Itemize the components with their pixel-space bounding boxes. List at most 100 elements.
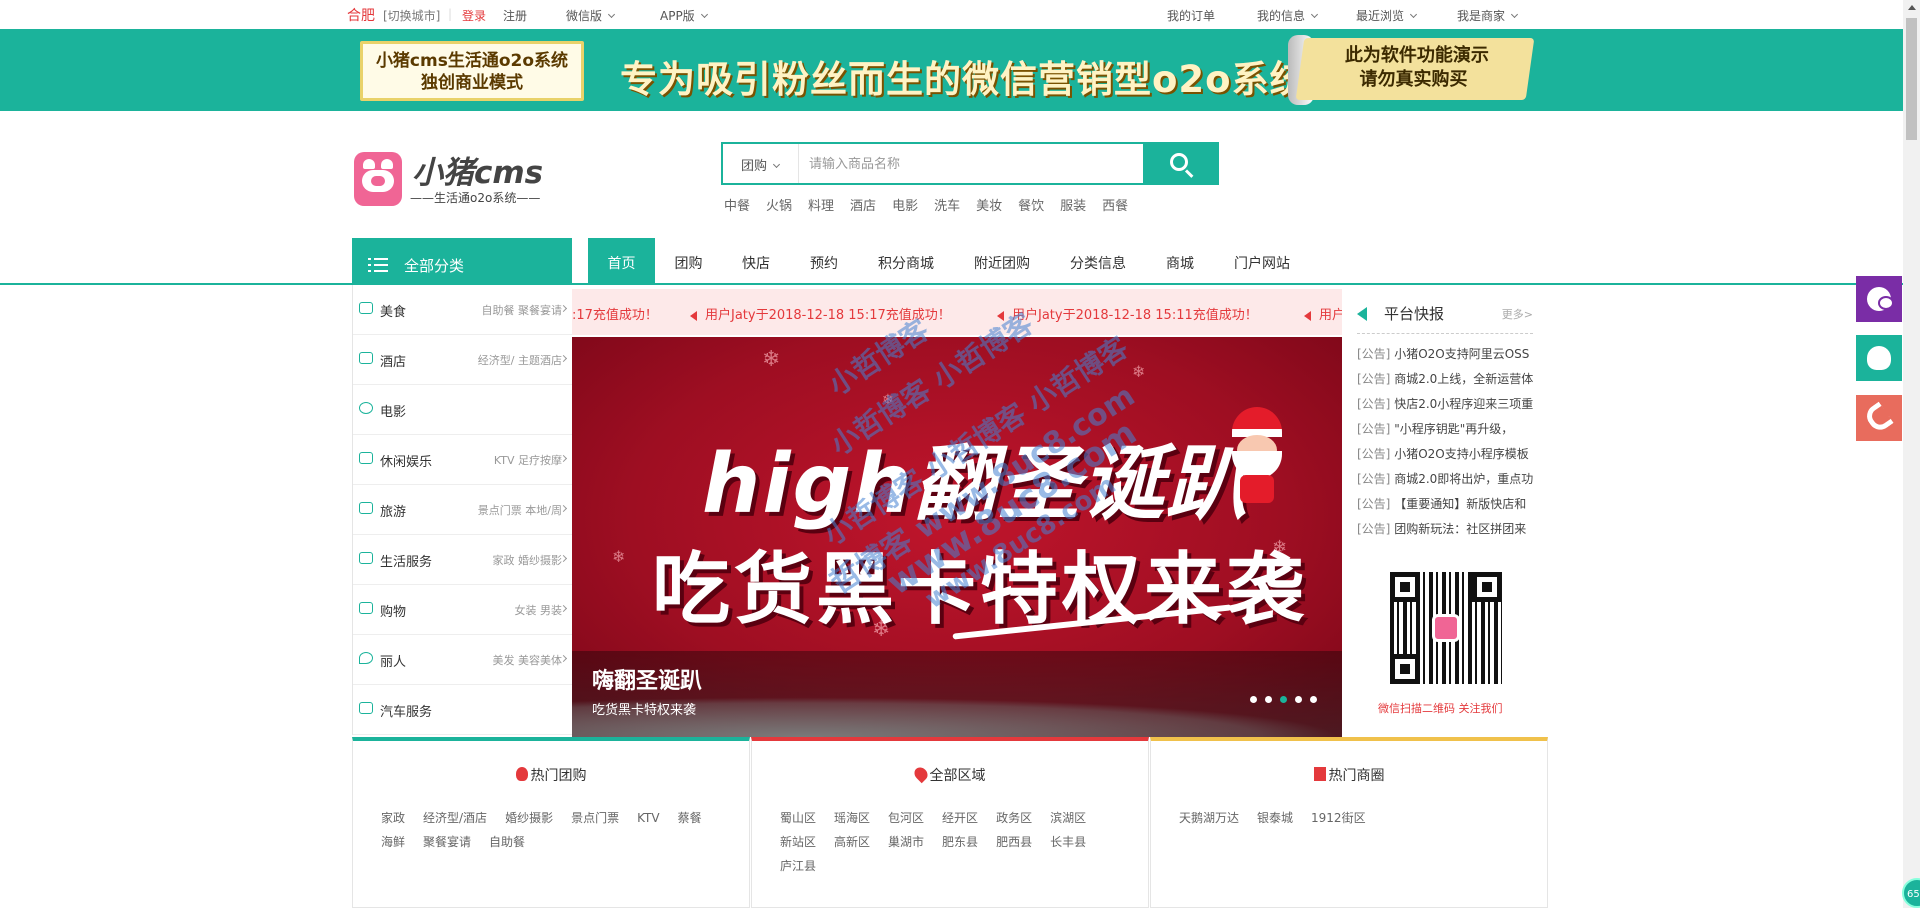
nav-tab-groupbuy[interactable]: 团购 [655, 238, 722, 283]
news-item[interactable]: [公告] 【重要通知】新版快店和 [1357, 495, 1533, 515]
panel-link[interactable]: 经济型/酒店 [423, 811, 487, 825]
category-item-beauty[interactable]: 丽人 美发 美容美体 [353, 635, 572, 685]
news-more-link[interactable]: 更多> [1502, 306, 1533, 322]
category-item-leisure[interactable]: 休闲娱乐 KTV 足疗按摩 [353, 435, 572, 485]
panel-link[interactable]: 包河区 [888, 811, 924, 825]
current-city[interactable]: 合肥 [347, 5, 375, 25]
all-categories-button[interactable]: 全部分类 [352, 238, 572, 284]
logo-name[interactable]: 小猪cms [412, 147, 543, 192]
category-item-food[interactable]: 美食 自助餐 聚餐宴请 [353, 285, 572, 335]
hot-word[interactable]: 洗车 [934, 199, 960, 214]
panel-link[interactable]: 银泰城 [1257, 811, 1293, 825]
register-link[interactable]: 注册 [503, 7, 527, 24]
hot-word[interactable]: 西餐 [1102, 199, 1128, 214]
hot-word[interactable]: 料理 [808, 199, 834, 214]
panel-link[interactable]: 自助餐 [489, 835, 525, 849]
news-item[interactable]: [公告] 商城2.0即将出炉，重点功 [1357, 470, 1533, 490]
panel-link[interactable]: 蜀山区 [780, 811, 816, 825]
my-orders-link[interactable]: 我的订单 [1167, 7, 1215, 24]
nav-tab-portal[interactable]: 门户网站 [1214, 238, 1310, 283]
panel-link[interactable]: 婚纱摄影 [505, 811, 553, 825]
category-subs[interactable]: KTV 足疗按摩 [494, 452, 562, 468]
panel-link[interactable]: 政务区 [996, 811, 1032, 825]
promo-banner[interactable]: 小猪cms生活通o2o系统 独创商业模式 专为吸引粉丝而生的微信营销型o2o系统… [0, 29, 1920, 111]
nav-tab-points-mall[interactable]: 积分商城 [858, 238, 954, 283]
panel-link[interactable]: 天鹅湖万达 [1179, 811, 1239, 825]
category-item-car-service[interactable]: 汽车服务 [353, 685, 572, 735]
nav-tab-home[interactable]: 首页 [588, 238, 655, 283]
login-link[interactable]: 登录 [462, 7, 486, 24]
pig-logo-icon[interactable] [354, 152, 402, 206]
category-item-travel[interactable]: 旅游 景点门票 本地/周 [353, 485, 572, 535]
news-item[interactable]: [公告] "小程序钥匙"再升级， [1357, 420, 1533, 440]
slider-dot[interactable] [1250, 696, 1257, 703]
switch-city-link[interactable]: [切换城市] [383, 7, 440, 24]
hot-word[interactable]: 火锅 [766, 199, 792, 214]
hot-word[interactable]: 餐饮 [1018, 199, 1044, 214]
panel-link[interactable]: 景点门票 [571, 811, 619, 825]
hero-slider[interactable]: ❄ ❄ ❄ ❄ ❄ ❄ high翻圣诞趴 吃货黑卡特权来袭 嗨翻圣诞趴 吃货黑卡… [572, 337, 1342, 737]
panel-link[interactable]: KTV [637, 811, 659, 825]
category-subs[interactable]: 女装 男装 [515, 602, 563, 618]
news-item[interactable]: [公告] 快店2.0小程序迎来三项重 [1357, 395, 1533, 415]
panel-link[interactable]: 肥西县 [996, 835, 1032, 849]
nav-tab-quickshop[interactable]: 快店 [722, 238, 790, 283]
hot-word[interactable]: 中餐 [724, 199, 750, 214]
panel-link[interactable]: 长丰县 [1050, 835, 1086, 849]
hot-word[interactable]: 美妆 [976, 199, 1002, 214]
panel-link[interactable]: 经开区 [942, 811, 978, 825]
category-item-shopping[interactable]: 购物 女装 男装 [353, 585, 572, 635]
nav-tab-classifieds[interactable]: 分类信息 [1050, 238, 1146, 283]
category-item-hotel[interactable]: 酒店 经济型/ 主题酒店 [353, 335, 572, 385]
slider-dot[interactable] [1265, 696, 1272, 703]
wechat-float-button[interactable] [1856, 276, 1902, 322]
slider-dot[interactable] [1310, 696, 1317, 703]
panel-link[interactable]: 家政 [381, 811, 405, 825]
search-type-select[interactable]: 团购 [723, 144, 799, 183]
my-info-menu[interactable]: 我的信息 [1257, 7, 1319, 24]
phone-float-button[interactable] [1856, 395, 1902, 441]
panel-link[interactable]: 高新区 [834, 835, 870, 849]
news-item[interactable]: [公告] 小猪O2O支持小程序模板 [1357, 445, 1533, 465]
panel-link[interactable]: 庐江县 [780, 859, 816, 873]
category-subs[interactable]: 经济型/ 主题酒店 [478, 352, 562, 368]
news-item[interactable]: [公告] 小猪O2O支持阿里云OSS [1357, 345, 1533, 365]
panel-link[interactable]: 瑶海区 [834, 811, 870, 825]
slider-dot[interactable] [1295, 696, 1302, 703]
scrollbar-thumb[interactable] [1906, 18, 1917, 140]
hot-word[interactable]: 服装 [1060, 199, 1086, 214]
search-button[interactable] [1143, 142, 1219, 185]
ticker-item: 用户Jaty于2018-12-18 15:17充值成功！ [690, 304, 951, 323]
nav-tab-mall[interactable]: 商城 [1146, 238, 1214, 283]
merchant-menu[interactable]: 我是商家 [1457, 7, 1519, 24]
category-subs[interactable]: 景点门票 本地/周 [478, 502, 562, 518]
panel-link[interactable]: 蔡餐 [678, 811, 702, 825]
panel-link[interactable]: 海鲜 [381, 835, 405, 849]
nav-tab-nearby[interactable]: 附近团购 [954, 238, 1050, 283]
news-item[interactable]: [公告] 团购新玩法：社区拼团来 [1357, 520, 1533, 540]
speaker-icon [1304, 310, 1311, 321]
panel-link[interactable]: 肥东县 [942, 835, 978, 849]
panel-link[interactable]: 巢湖市 [888, 835, 924, 849]
search-input[interactable] [809, 152, 1129, 176]
category-item-movie[interactable]: 电影 [353, 385, 572, 435]
panel-link[interactable]: 新站区 [780, 835, 816, 849]
category-subs[interactable]: 自助餐 聚餐宴请 [482, 302, 563, 318]
page-scrollbar[interactable] [1903, 0, 1920, 908]
scroll-up-arrow-icon[interactable] [1908, 5, 1916, 10]
slider-dot-active[interactable] [1280, 696, 1287, 703]
news-item[interactable]: [公告] 商城2.0上线，全新运营体 [1357, 370, 1533, 390]
category-subs[interactable]: 家政 婚纱摄影 [493, 552, 563, 568]
panel-link[interactable]: 1912街区 [1311, 811, 1366, 825]
wechat-version-menu[interactable]: 微信版 [566, 7, 616, 24]
recent-browse-menu[interactable]: 最近浏览 [1356, 7, 1418, 24]
app-version-menu[interactable]: APP版 [660, 7, 708, 24]
category-subs[interactable]: 美发 美容美体 [493, 652, 563, 668]
panel-link[interactable]: 滨湖区 [1050, 811, 1086, 825]
qq-float-button[interactable] [1856, 335, 1902, 381]
nav-tab-booking[interactable]: 预约 [790, 238, 858, 283]
category-item-life-service[interactable]: 生活服务 家政 婚纱摄影 [353, 535, 572, 585]
hot-word[interactable]: 酒店 [850, 199, 876, 214]
hot-word[interactable]: 电影 [892, 199, 918, 214]
panel-link[interactable]: 聚餐宴请 [423, 835, 471, 849]
